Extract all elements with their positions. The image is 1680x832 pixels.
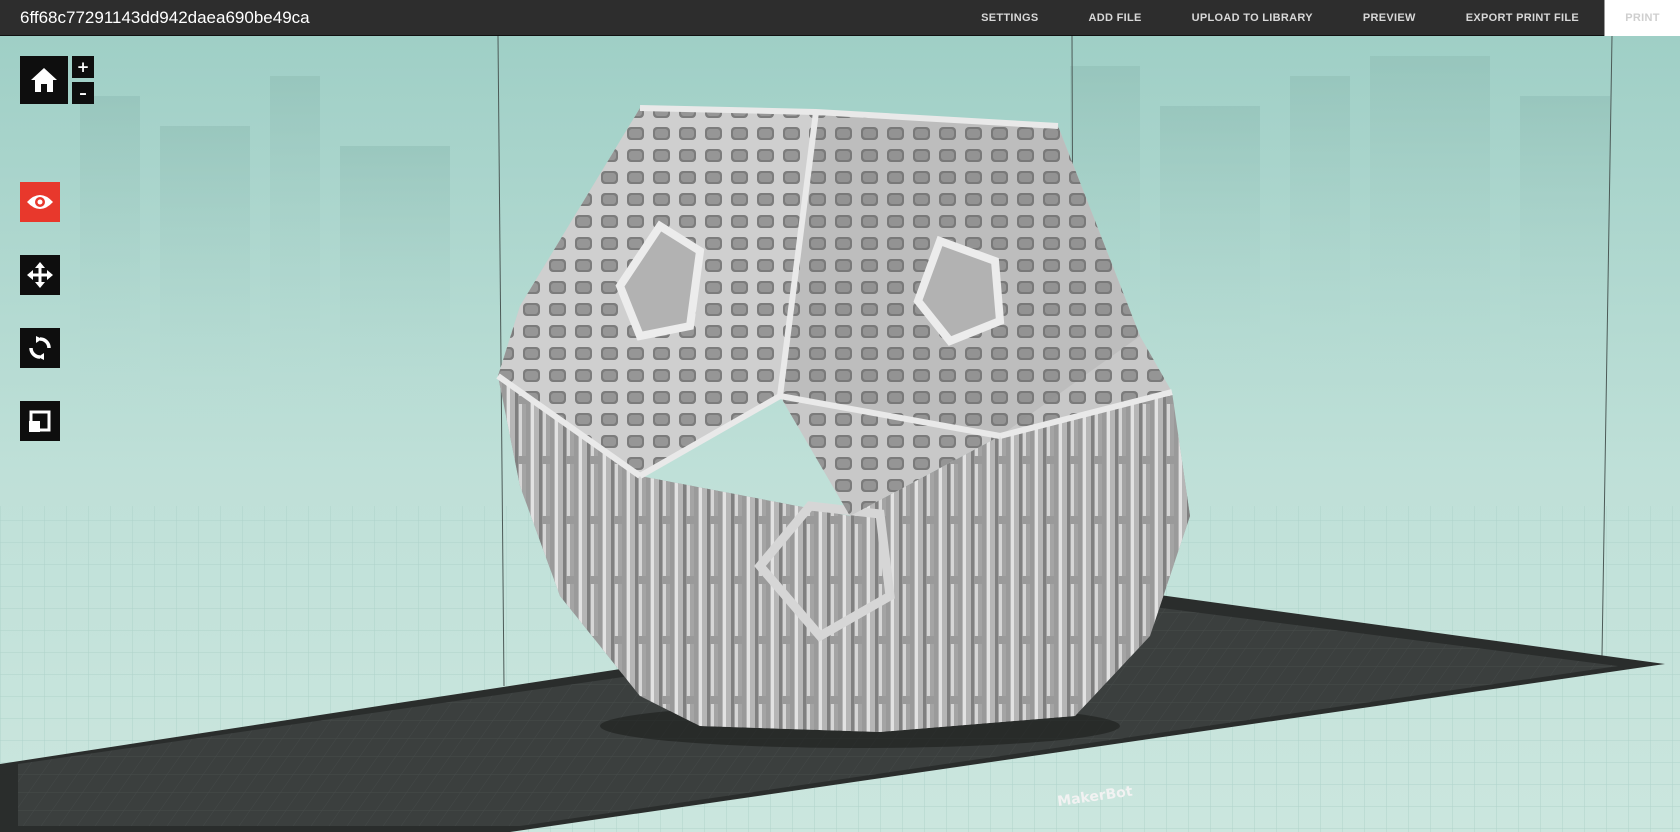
preview-button[interactable]: PREVIEW <box>1338 0 1441 36</box>
add-file-button[interactable]: ADD FILE <box>1064 0 1167 36</box>
3d-viewport[interactable]: MakerBot <box>0 36 1680 832</box>
settings-button[interactable]: SETTINGS <box>956 0 1063 36</box>
zoom-out-button[interactable]: – <box>72 82 94 104</box>
export-print-file-button[interactable]: EXPORT PRINT FILE <box>1441 0 1604 36</box>
view-tool-button[interactable] <box>20 182 60 222</box>
rotate-icon <box>29 336 51 360</box>
upload-to-library-button[interactable]: UPLOAD TO LIBRARY <box>1167 0 1338 36</box>
rotate-tool-button[interactable] <box>20 328 60 368</box>
move-tool-button[interactable] <box>20 255 60 295</box>
scale-tool-button[interactable] <box>20 401 60 441</box>
home-icon <box>31 68 57 92</box>
file-name-title: 6ff68c77291143dd942daea690be49ca <box>20 7 310 27</box>
top-menu: SETTINGS ADD FILE UPLOAD TO LIBRARY PREV… <box>956 0 1680 36</box>
zoom-in-button[interactable]: + <box>72 56 94 78</box>
home-view-button[interactable] <box>20 56 68 104</box>
move-arrows-icon <box>27 262 53 288</box>
scene-canvas[interactable]: MakerBot <box>0 36 1680 832</box>
eye-icon <box>27 195 53 209</box>
scale-icon <box>29 410 51 432</box>
print-button[interactable]: PRINT <box>1604 0 1680 36</box>
top-bar: 6ff68c77291143dd942daea690be49ca SETTING… <box>0 0 1680 36</box>
